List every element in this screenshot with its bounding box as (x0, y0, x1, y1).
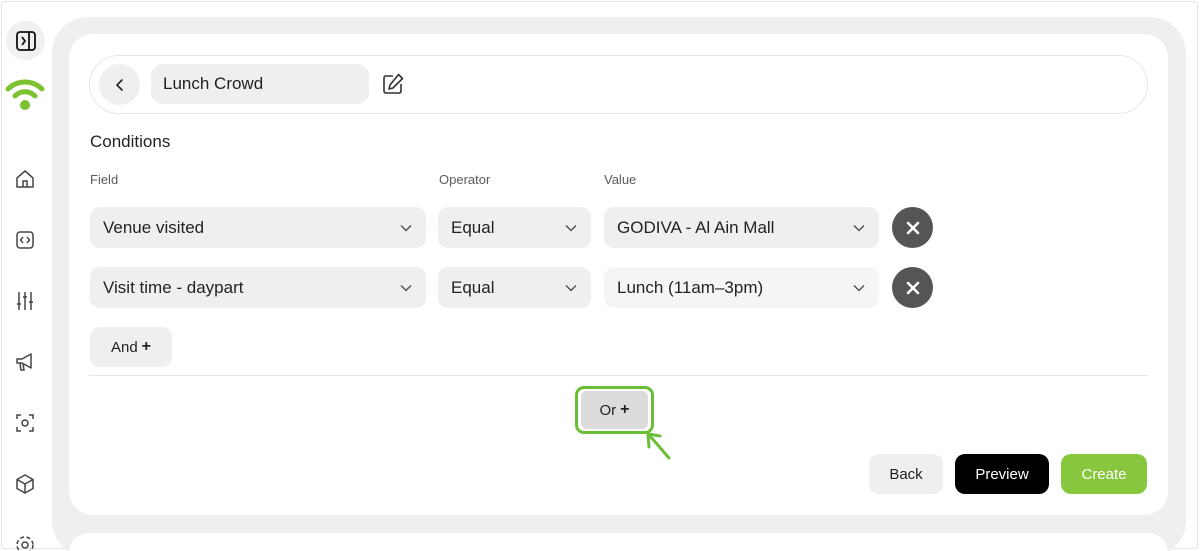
chevron-down-icon (853, 284, 865, 292)
back-button[interactable]: Back (869, 454, 943, 494)
value-select-value: GODIVA - Al Ain Mall (617, 218, 775, 237)
remove-condition-button[interactable] (892, 267, 933, 308)
divider (89, 375, 1148, 376)
field-column-label: Field (90, 172, 119, 187)
close-icon (906, 221, 919, 234)
remove-condition-button[interactable] (892, 207, 933, 248)
wifi-logo-icon (5, 76, 45, 112)
add-and-condition-button[interactable]: And + (90, 327, 172, 367)
create-button[interactable]: Create (1061, 454, 1147, 494)
code-icon[interactable] (13, 228, 37, 252)
chevron-down-icon (853, 224, 865, 232)
chevron-down-icon (565, 224, 577, 232)
field-select-value: Venue visited (103, 218, 205, 237)
operator-select[interactable]: Equal (438, 207, 591, 248)
back-arrow-button[interactable] (99, 64, 140, 105)
home-icon[interactable] (13, 167, 37, 191)
field-select[interactable]: Visit time - daypart (90, 267, 426, 308)
operator-select[interactable]: Equal (438, 267, 591, 308)
operator-select-value: Equal (451, 218, 495, 237)
field-select[interactable]: Venue visited (90, 207, 426, 248)
pointer-arrow-icon (646, 432, 671, 460)
chevron-down-icon (400, 284, 412, 292)
sliders-icon[interactable] (13, 289, 37, 313)
field-select-value: Visit time - daypart (103, 278, 244, 297)
operator-column-label: Operator (439, 172, 491, 187)
panel-toggle-icon[interactable] (6, 21, 45, 60)
plus-icon: + (620, 401, 630, 418)
conditions-title: Conditions (90, 132, 171, 151)
operator-select-value: Equal (451, 278, 495, 297)
secondary-card (69, 533, 1168, 551)
value-select[interactable]: GODIVA - Al Ain Mall (604, 207, 879, 248)
scan-icon[interactable] (13, 411, 37, 435)
or-button-label: Or (599, 401, 617, 419)
edit-icon[interactable] (381, 72, 405, 96)
chevron-left-icon (115, 78, 123, 91)
megaphone-icon[interactable] (13, 350, 37, 374)
close-icon (906, 281, 919, 294)
segment-name-input[interactable]: Lunch Crowd (151, 64, 369, 104)
preview-button[interactable]: Preview (955, 454, 1049, 494)
box-icon[interactable] (13, 472, 37, 496)
plus-icon: + (141, 338, 152, 355)
sidebar (0, 0, 52, 551)
add-or-group-button[interactable]: Or + (581, 391, 648, 429)
chevron-down-icon (400, 224, 412, 232)
chevron-down-icon (565, 284, 577, 292)
value-select[interactable]: Lunch (11am–3pm) (604, 267, 879, 308)
value-column-label: Value (604, 172, 637, 187)
settings-icon[interactable] (13, 533, 37, 551)
and-button-label: And (110, 338, 138, 356)
value-select-value: Lunch (11am–3pm) (617, 278, 764, 297)
